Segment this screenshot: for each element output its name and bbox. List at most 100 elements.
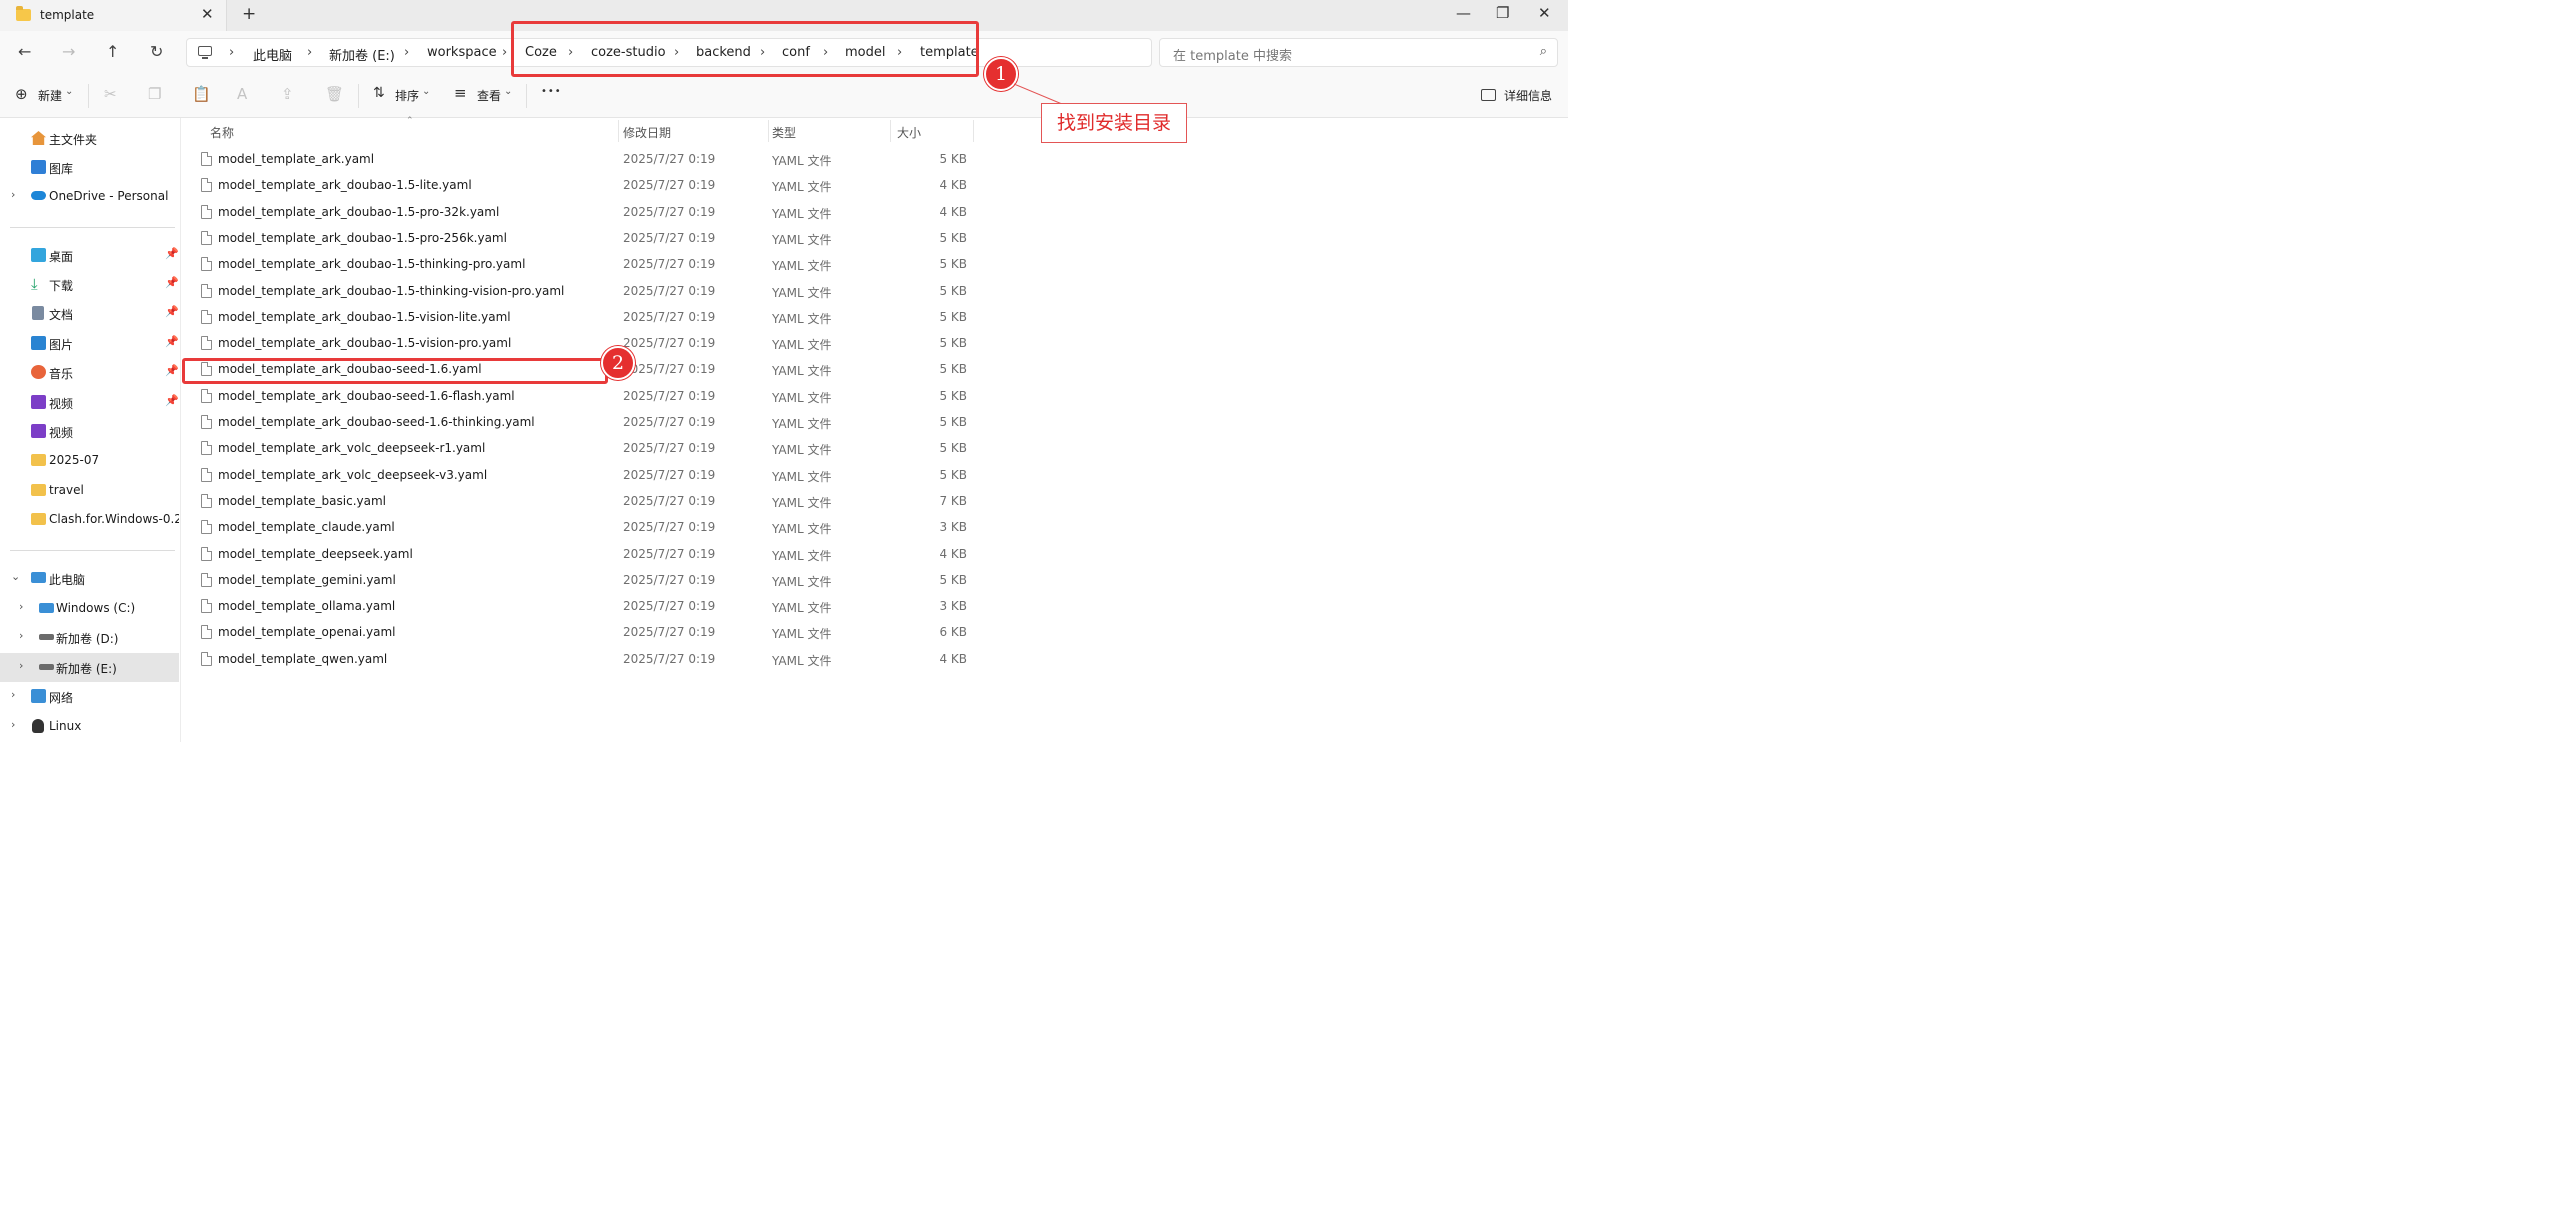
refresh-button[interactable]: ↻ <box>150 42 163 61</box>
sidebar-item-desktop[interactable]: 桌面 📌 <box>0 241 179 270</box>
breadcrumb-workspace[interactable]: workspace <box>427 45 497 60</box>
share-icon[interactable]: ⇪ <box>281 85 294 103</box>
pin-icon[interactable]: 📌 <box>165 247 179 260</box>
back-button[interactable]: ← <box>18 42 31 61</box>
tab-template[interactable]: template ✕ <box>0 0 227 31</box>
new-tab-button[interactable]: + <box>242 4 256 24</box>
details-button[interactable]: 详细信息 <box>1504 87 1552 104</box>
file-row[interactable]: model_template_ark_doubao-seed-1.6-think… <box>182 410 974 436</box>
restore-button[interactable]: ❐ <box>1496 4 1509 22</box>
sidebar-item-folder-clash[interactable]: Clash.for.Windows-0.20.1 <box>0 505 179 534</box>
sidebar-item-home[interactable]: 主文件夹 <box>0 124 179 153</box>
chevron-right-icon[interactable]: › <box>19 659 23 672</box>
file-size: 5 KB <box>939 283 967 298</box>
search-icon[interactable]: ⌕ <box>1540 44 1547 59</box>
sidebar-item-videos-2[interactable]: 视频 <box>0 417 179 446</box>
file-row[interactable]: model_template_deepseek.yaml 2025/7/27 0:… <box>182 542 974 568</box>
file-name: model_template_ark_volc_deepseek-r1.yaml <box>218 441 486 456</box>
more-options-button[interactable]: ••• <box>541 86 562 97</box>
close-window-button[interactable]: ✕ <box>1538 4 1551 22</box>
file-row[interactable]: model_template_ark_doubao-1.5-vision-lit… <box>182 305 974 331</box>
file-size: 5 KB <box>939 257 967 272</box>
folder-icon <box>16 6 31 21</box>
rename-icon[interactable]: A <box>237 85 247 103</box>
folder-icon <box>31 484 46 496</box>
file-row[interactable]: model_template_ark_doubao-1.5-pro-32k.ya… <box>182 200 974 226</box>
view-button[interactable]: 查看 <box>477 87 501 104</box>
pin-icon[interactable]: 📌 <box>165 335 179 348</box>
file-row[interactable]: model_template_ark_volc_deepseek-r1.yaml… <box>182 436 974 462</box>
file-row[interactable]: model_template_ark_doubao-1.5-thinking-v… <box>182 279 974 305</box>
sort-button[interactable]: 排序 <box>395 87 419 104</box>
column-header-name[interactable]: 名称 <box>210 124 234 141</box>
file-icon <box>201 152 212 166</box>
sidebar-item-documents[interactable]: 文档 📌 <box>0 299 179 328</box>
file-row[interactable]: model_template_qwen.yaml 2025/7/27 0:19 YA… <box>182 647 974 673</box>
sidebar-item-drive-e[interactable]: › 新加卷 (E:) <box>0 653 179 682</box>
chevron-right-icon[interactable]: › <box>19 629 23 642</box>
pin-icon[interactable]: 📌 <box>165 364 179 377</box>
breadcrumb-drive-e[interactable]: 新加卷 (E:) <box>329 45 395 64</box>
copy-icon[interactable]: ❐ <box>148 85 161 103</box>
column-header-type[interactable]: 类型 <box>772 124 796 141</box>
sidebar-item-label: 网络 <box>49 691 74 705</box>
file-type: YAML 文件 <box>772 627 832 642</box>
file-row[interactable]: model_template_ark_doubao-1.5-lite.yaml 2… <box>182 173 974 199</box>
pin-icon[interactable]: 📌 <box>165 305 179 318</box>
sidebar-item-drive-d[interactable]: › 新加卷 (D:) <box>0 623 179 652</box>
column-divider[interactable] <box>890 120 891 142</box>
sidebar-item-onedrive[interactable]: › OneDrive - Personal <box>0 182 179 211</box>
file-row[interactable]: model_template_ollama.yaml 2025/7/27 0:19… <box>182 594 974 620</box>
paste-icon[interactable]: 📋 <box>192 85 211 103</box>
sidebar-item-this-pc[interactable]: ⌄ 此电脑 <box>0 564 179 593</box>
column-divider[interactable] <box>768 120 769 142</box>
sidebar-item-drive-c[interactable]: › Windows (C:) <box>0 594 179 623</box>
file-row[interactable]: model_template_ark.yaml 2025/7/27 0:19 YAM… <box>182 147 974 173</box>
search-input[interactable]: 在 template 中搜索 ⌕ <box>1159 38 1558 67</box>
pin-icon[interactable]: 📌 <box>165 394 179 407</box>
forward-button[interactable]: → <box>62 42 75 61</box>
column-divider[interactable] <box>618 120 619 142</box>
chevron-right-icon[interactable]: › <box>11 718 15 731</box>
new-button[interactable]: 新建 <box>38 87 62 104</box>
file-icon <box>201 336 212 351</box>
chevron-right-icon[interactable]: › <box>11 688 15 701</box>
chevron-right-icon[interactable]: › <box>11 188 15 201</box>
pin-icon[interactable]: 📌 <box>165 276 179 289</box>
delete-icon[interactable]: 🗑 <box>325 85 344 103</box>
sidebar-item-label: 文档 <box>49 308 74 322</box>
file-row[interactable]: model_template_claude.yaml 2025/7/27 0:19… <box>182 515 974 541</box>
sidebar-item-gallery[interactable]: 图库 <box>0 153 179 182</box>
chevron-down-icon[interactable]: ⌄ <box>11 570 20 583</box>
file-row[interactable]: model_template_ark_doubao-1.5-pro-256k.y… <box>182 226 974 252</box>
chevron-right-icon[interactable]: › <box>19 600 23 613</box>
file-row[interactable]: model_template_ark_doubao-1.5-vision-pro… <box>182 331 974 357</box>
column-header-date[interactable]: 修改日期 <box>623 124 671 141</box>
sidebar-item-music[interactable]: 音乐 📌 <box>0 358 179 387</box>
sidebar-item-videos[interactable]: 视频 📌 <box>0 388 179 417</box>
sidebar-item-network[interactable]: › 网络 <box>0 682 179 711</box>
cut-icon[interactable]: ✂ <box>104 85 117 103</box>
breadcrumb-this-pc[interactable]: 此电脑 <box>253 45 292 64</box>
column-header-size[interactable]: 大小 <box>897 124 921 141</box>
file-row[interactable]: model_template_ark_doubao-1.5-thinking-p… <box>182 252 974 278</box>
file-row[interactable]: model_template_ark_doubao-seed-1.6-flash… <box>182 384 974 410</box>
sidebar-item-label: 图库 <box>49 162 74 176</box>
file-row[interactable]: model_template_openai.yaml 2025/7/27 0:19… <box>182 620 974 646</box>
sidebar-item-downloads[interactable]: ⤓ 下载 📌 <box>0 270 179 299</box>
file-row[interactable]: model_template_gemini.yaml 2025/7/27 0:19… <box>182 568 974 594</box>
sidebar-item-pictures[interactable]: 图片 📌 <box>0 329 179 358</box>
minimize-button[interactable]: — <box>1456 4 1471 22</box>
close-tab-icon[interactable]: ✕ <box>201 5 214 23</box>
file-type: YAML 文件 <box>772 495 832 510</box>
column-divider[interactable] <box>973 120 974 142</box>
file-size: 5 KB <box>939 152 967 166</box>
file-row[interactable]: model_template_basic.yaml 2025/7/27 0:19 Y… <box>182 489 974 515</box>
sidebar-item-folder-2025-07[interactable]: 2025-07 <box>0 446 179 475</box>
sidebar-item-folder-travel[interactable]: travel <box>0 476 179 505</box>
file-row[interactable]: model_template_ark_volc_deepseek-v3.yaml… <box>182 463 974 489</box>
file-icon <box>201 572 212 587</box>
file-size: 4 KB <box>939 546 967 561</box>
up-button[interactable]: ↑ <box>106 42 119 61</box>
sidebar-item-linux[interactable]: › Linux <box>0 712 179 741</box>
